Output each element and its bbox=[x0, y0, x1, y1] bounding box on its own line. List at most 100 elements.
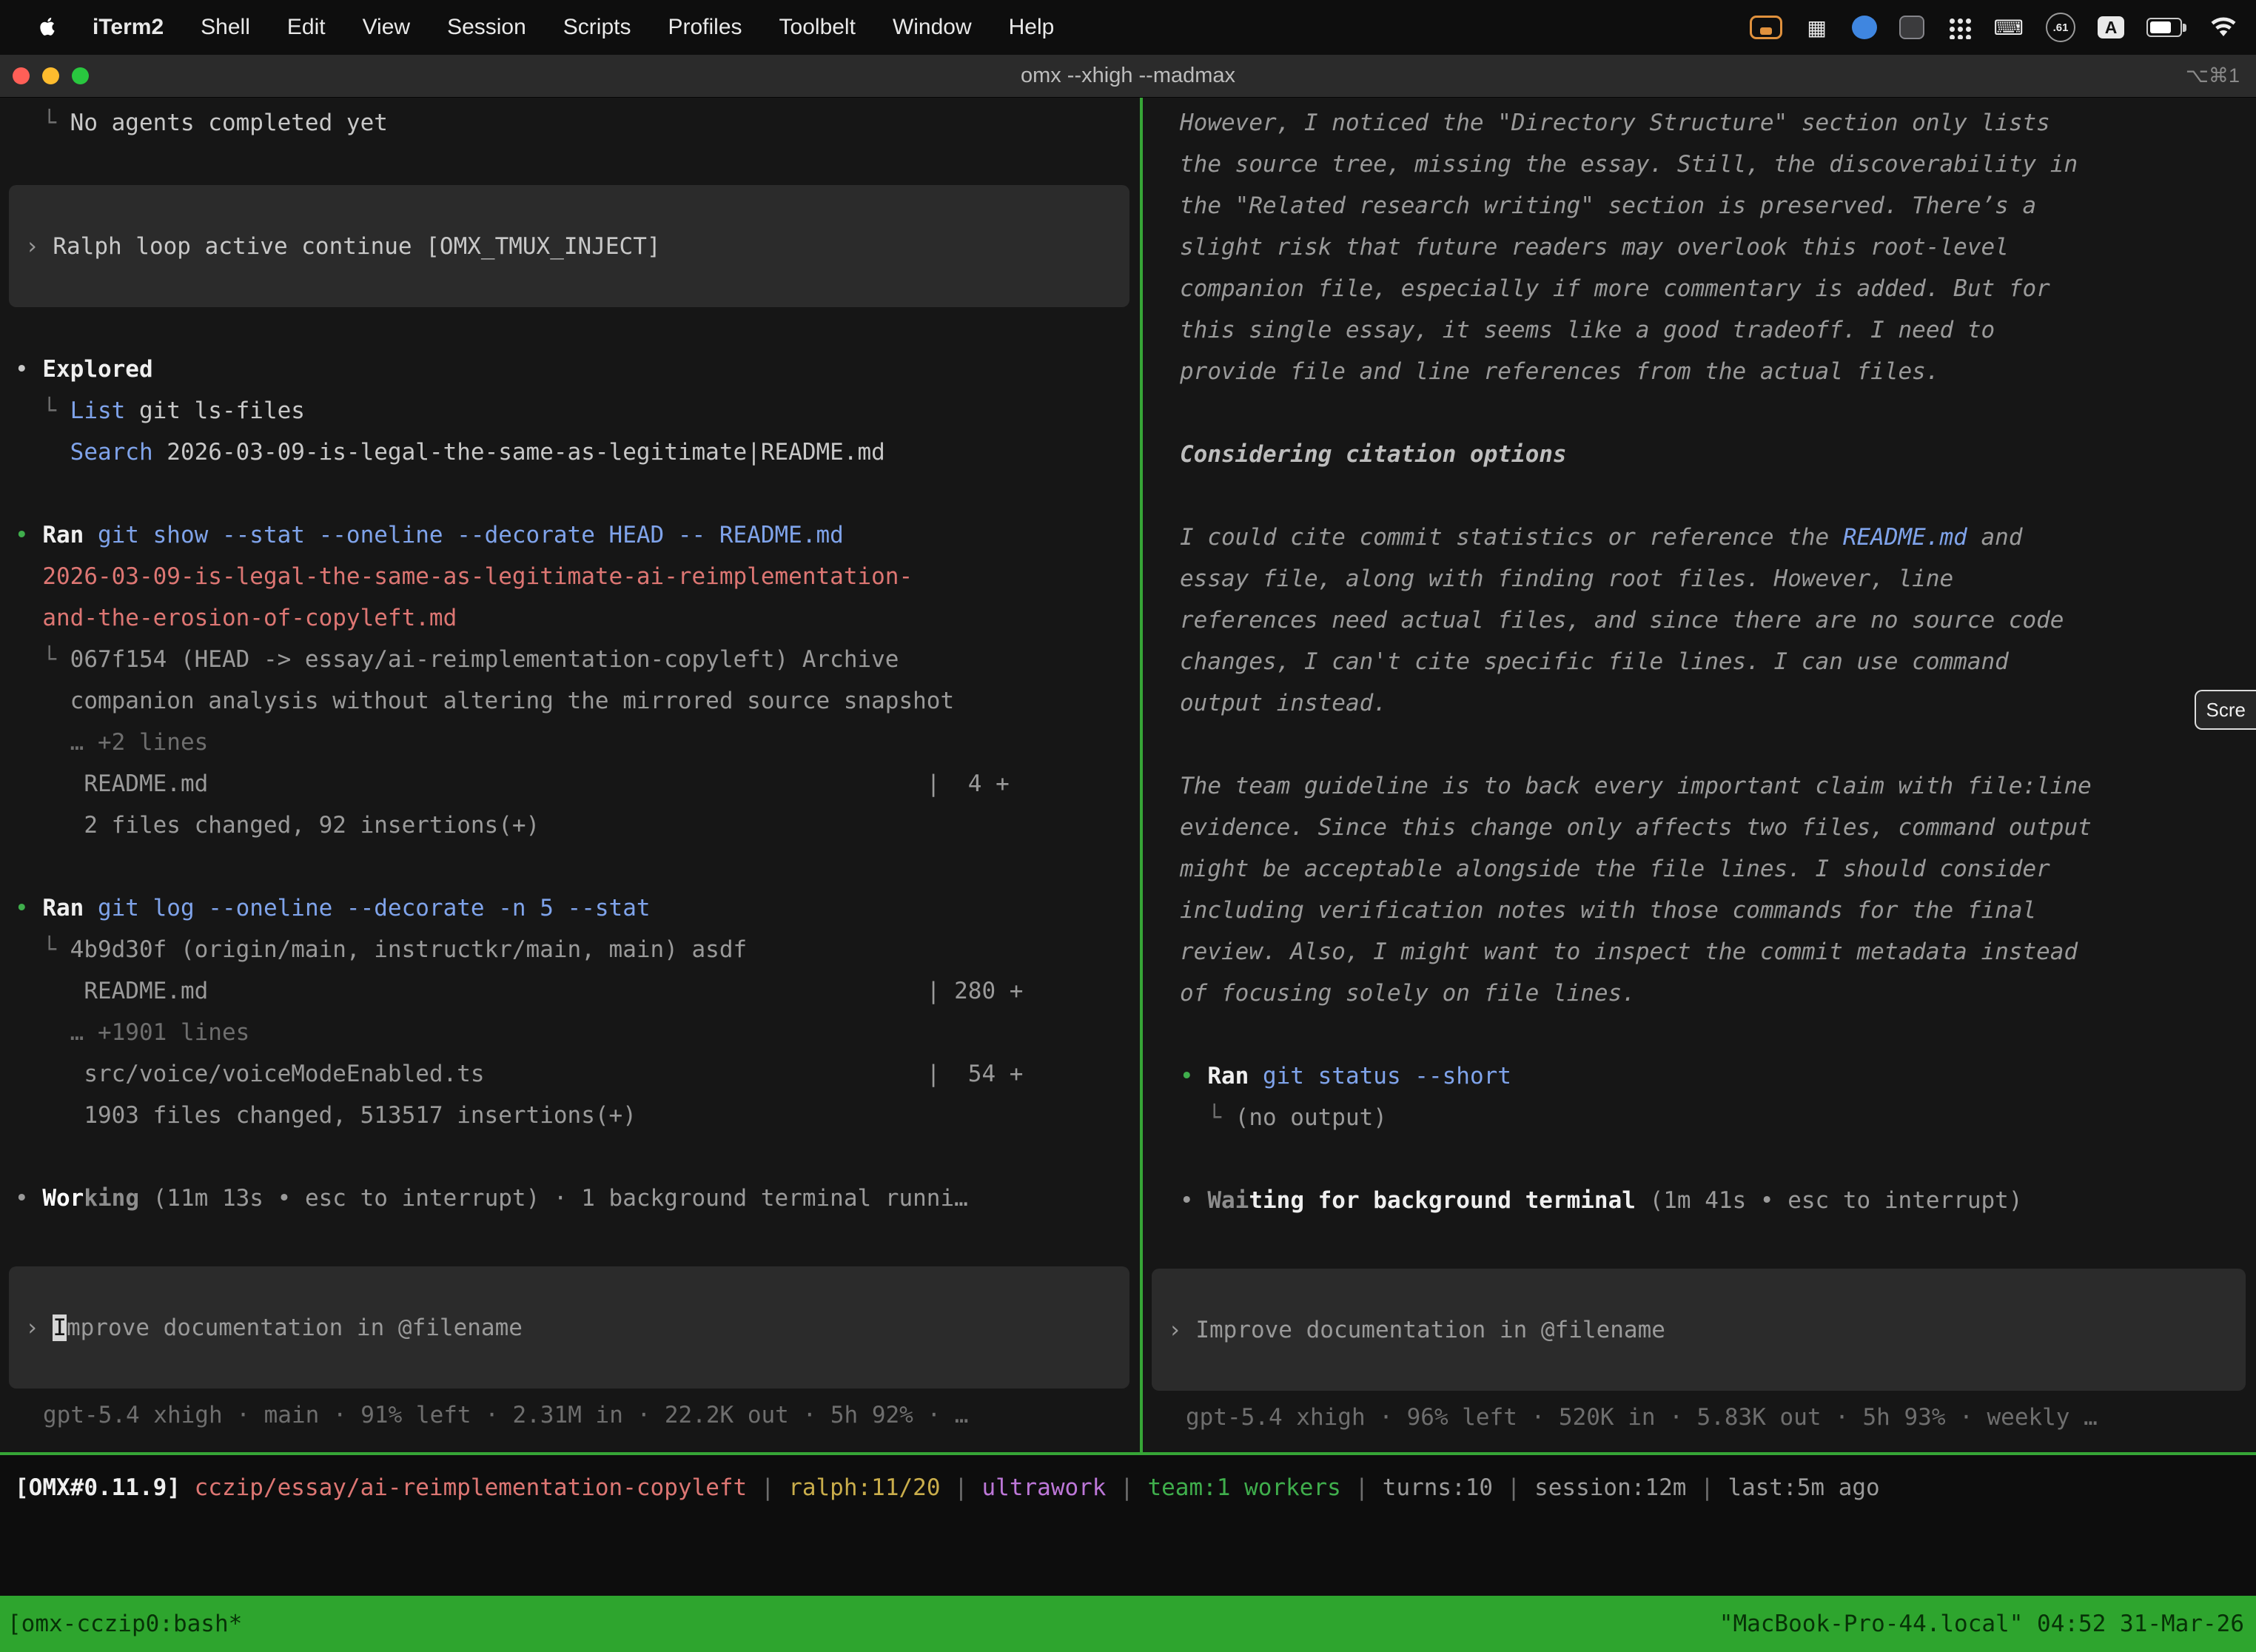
left-prompt-input[interactable]: › Improve documentation in @filename bbox=[9, 1266, 1129, 1389]
terminal-line: src/voice/voiceModeEnabled.ts | 54 + bbox=[0, 1053, 1140, 1095]
text-segment: Considering citation options bbox=[1180, 441, 1567, 468]
text-segment: ralph:11/20 bbox=[788, 1474, 940, 1501]
menu-item-toolbelt[interactable]: Toolbelt bbox=[761, 15, 874, 40]
text-segment: • bbox=[15, 1185, 42, 1212]
window-title-bar[interactable]: omx --xhigh --madmax ⌥⌘1 bbox=[0, 55, 2256, 98]
left-pane[interactable]: └ No agents completed yet › Ralph loop a… bbox=[0, 98, 1140, 1452]
text-segment: provide file and line references from th… bbox=[1180, 358, 1940, 385]
keyboard-icon[interactable]: ⌨ bbox=[1994, 13, 2024, 41]
terminal-line: 2026-03-09-is-legal-the-same-as-legitima… bbox=[0, 556, 1140, 597]
battery-icon[interactable] bbox=[2146, 18, 2182, 37]
text-segment: src/voice/voiceModeEnabled.ts | 54 + bbox=[15, 1061, 1023, 1087]
terminal-line: this single essay, it seems like a good … bbox=[1143, 309, 2256, 351]
text-segment: • bbox=[15, 356, 42, 383]
terminal-line: └ (no output) bbox=[1143, 1097, 2256, 1138]
menu-item-window[interactable]: Window bbox=[874, 15, 990, 40]
text-segment: Ralph loop active continue [OMX_TMUX_INJ… bbox=[53, 233, 660, 260]
dots-grid-icon[interactable] bbox=[1947, 16, 1972, 39]
text-segment: • bbox=[15, 522, 42, 548]
terminal-line: • Ran git status --short bbox=[1143, 1055, 2256, 1097]
apple-menu-icon[interactable] bbox=[19, 16, 74, 39]
text-segment: ting for background terminal bbox=[1249, 1187, 1636, 1214]
text-segment: 2026-03-09-is-legal-the-same-as-legitima… bbox=[153, 439, 885, 466]
terminal-line bbox=[0, 846, 1140, 887]
text-segment: Improve documentation in @filename bbox=[1195, 1317, 1665, 1343]
text-segment: | bbox=[1686, 1474, 1728, 1501]
menu-item-shell[interactable]: Shell bbox=[182, 15, 269, 40]
text-segment: of focusing solely on file lines. bbox=[1180, 980, 1636, 1007]
text-segment: README.md bbox=[1843, 524, 1967, 551]
text-segment: No agents completed yet bbox=[70, 110, 388, 136]
screen-overlay-button[interactable]: Scre bbox=[2195, 690, 2256, 730]
text-segment bbox=[15, 439, 70, 466]
terminal-line: └ 067f154 (HEAD -> essay/ai-reimplementa… bbox=[0, 639, 1140, 680]
text-segment: Ran bbox=[1207, 1063, 1263, 1089]
menu-item-app[interactable]: iTerm2 bbox=[74, 15, 182, 40]
terminal-line: evidence. Since this change only affects… bbox=[1143, 807, 2256, 848]
terminal-line: Search 2026-03-09-is-legal-the-same-as-l… bbox=[0, 432, 1140, 473]
terminal-line: Considering citation options bbox=[1143, 434, 2256, 475]
menu-item-session[interactable]: Session bbox=[429, 15, 545, 40]
menu-item-scripts[interactable]: Scripts bbox=[545, 15, 650, 40]
text-segment: | bbox=[941, 1474, 982, 1501]
terminal-line: • Working (11m 13s • esc to interrupt) ·… bbox=[0, 1178, 1140, 1219]
menu-item-edit[interactable]: Edit bbox=[269, 15, 344, 40]
terminal-line bbox=[0, 1136, 1140, 1178]
text-segment: changes, I can't cite specific file line… bbox=[1180, 648, 2009, 675]
terminal-line: slight risk that future readers may over… bbox=[1143, 226, 2256, 268]
terminal-line: I could cite commit statistics or refere… bbox=[1143, 517, 2256, 558]
input-source-icon[interactable]: A bbox=[2098, 16, 2124, 38]
grid-icon[interactable]: ▦ bbox=[1805, 13, 1830, 41]
tmux-host-clock: "MacBook-Pro-44.local" 04:52 31-Mar-26 bbox=[1719, 1611, 2244, 1637]
text-segment: └ bbox=[15, 397, 70, 424]
text-segment: … +2 lines bbox=[15, 729, 208, 756]
text-segment: [OMX#0.11.9] bbox=[15, 1474, 195, 1501]
text-segment: Explored bbox=[42, 356, 152, 383]
text-segment: git show --stat --oneline --decorate HEA… bbox=[98, 522, 844, 548]
percent-badge-icon[interactable]: .61 bbox=[2046, 13, 2075, 42]
text-segment: └ bbox=[1180, 1104, 1235, 1131]
right-prompt-input[interactable]: › Improve documentation in @filename bbox=[1152, 1269, 2246, 1391]
terminal-line: README.md | 280 + bbox=[0, 970, 1140, 1012]
text-segment: gpt-5.4 xhigh · 96% left · 520K in · 5.8… bbox=[1186, 1404, 2098, 1431]
right-pane[interactable]: However, I noticed the "Directory Struct… bbox=[1143, 98, 2256, 1452]
terminal-line bbox=[1143, 1014, 2256, 1055]
menu-bar-status-icons: ▦ ⌨ .61 A bbox=[1750, 13, 2237, 42]
text-segment: Wor bbox=[42, 1185, 84, 1212]
text-segment: essay file, along with finding root file… bbox=[1180, 565, 1953, 592]
text-segment: 067f154 (HEAD -> essay/ai-reimplementati… bbox=[70, 646, 899, 673]
text-segment: › bbox=[25, 1314, 53, 1341]
terminal-line: changes, I can't cite specific file line… bbox=[1143, 641, 2256, 682]
text-segment: | bbox=[1493, 1474, 1534, 1501]
menu-item-help[interactable]: Help bbox=[990, 15, 1073, 40]
text-segment: └ bbox=[15, 936, 70, 963]
text-segment: and bbox=[1967, 524, 2023, 551]
text-segment: review. Also, I might want to inspect th… bbox=[1180, 939, 2078, 965]
text-segment: mprove documentation in @filename bbox=[67, 1314, 523, 1341]
text-segment: evidence. Since this change only affects… bbox=[1180, 814, 2092, 841]
blue-app-icon[interactable] bbox=[1852, 16, 1877, 39]
text-segment: 2 files changed, 92 insertions(+) bbox=[15, 812, 540, 839]
text-segment: 1903 files changed, 513517 insertions(+) bbox=[15, 1102, 637, 1129]
dark-app-icon[interactable] bbox=[1899, 16, 1924, 39]
terminal[interactable]: └ No agents completed yet › Ralph loop a… bbox=[0, 98, 2256, 1452]
omx-status-bar: [OMX#0.11.9] cczip/essay/ai-reimplementa… bbox=[0, 1455, 2256, 1596]
terminal-line: might be acceptable alongside the file l… bbox=[1143, 848, 2256, 890]
terminal-line bbox=[1143, 1138, 2256, 1180]
terminal-line: provide file and line references from th… bbox=[1143, 351, 2256, 392]
text-segment: 2026-03-09-is-legal-the-same-as-legitima… bbox=[42, 563, 913, 590]
terminal-line bbox=[1143, 475, 2256, 517]
screen-recording-icon[interactable] bbox=[1750, 16, 1782, 39]
text-segment: this single essay, it seems like a good … bbox=[1180, 317, 1995, 343]
text-segment: … +1901 lines bbox=[15, 1019, 249, 1046]
text-segment: companion analysis without altering the … bbox=[15, 688, 954, 714]
wifi-icon[interactable] bbox=[2210, 13, 2237, 41]
menu-item-profiles[interactable]: Profiles bbox=[649, 15, 760, 40]
text-segment: └ bbox=[15, 646, 70, 673]
text-segment: and-the-erosion-of-copyleft.md bbox=[42, 605, 457, 631]
menu-item-view[interactable]: View bbox=[344, 15, 429, 40]
terminal-line: companion file, especially if more comme… bbox=[1143, 268, 2256, 309]
terminal-line: The team guideline is to back every impo… bbox=[1143, 765, 2256, 807]
text-segment: Ran bbox=[42, 895, 98, 921]
text-segment: last:5m ago bbox=[1728, 1474, 1879, 1501]
